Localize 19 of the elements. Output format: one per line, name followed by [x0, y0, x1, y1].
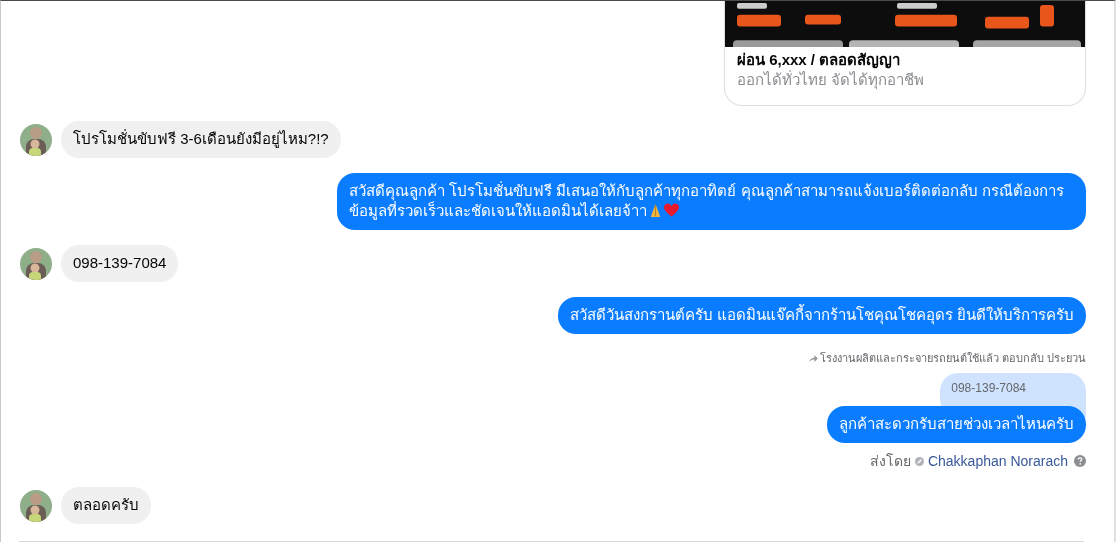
link-preview-card[interactable]: ผ่อน 6,xxx / ตลอดสัญญา ออกได้ทั่วไทย จัดได้ทุกอาชีพ	[724, 1, 1086, 106]
avatar[interactable]	[20, 489, 52, 522]
link-title: ผ่อน 6,xxx / ตลอดสัญญา	[737, 50, 902, 70]
status-icon	[914, 456, 924, 466]
heart-icon	[664, 203, 679, 218]
message-bubble: ลูกค้าสะดวกรับสายช่วงเวลาไหนครับ	[827, 406, 1086, 443]
reply-arrow-icon	[808, 354, 818, 362]
sent-by-label: ส่งโดย	[869, 452, 911, 471]
message-bubble: 098-139-7084	[61, 245, 179, 282]
message-bubble: ตลอดครับ	[61, 487, 151, 524]
message-bubble: โปรโมชั่นขับฟรี 3-6เดือนยังมีอยู่ไหม?!?	[61, 121, 341, 158]
reply-label: โรงงานผลิตและกระจายรถยนต์ใช้แล้ว ตอบกลับ ประยวน	[819, 351, 1086, 366]
help-icon[interactable]	[1074, 455, 1086, 467]
message-bubble: สวัสดีวันสงกรานต์ครับ แอดมินแจ๊คกี้จากร้านโชคุณโชคอุดร ยินดีให้บริการครับ	[557, 297, 1086, 334]
sender-link[interactable]: Chakkaphan Norarach	[927, 453, 1068, 469]
avatar[interactable]	[20, 123, 52, 156]
link-description: ออกได้ทั่วไทย จัดได้ทุกอาชีพ	[737, 70, 926, 90]
message-bubble: สวัสดีคุณลูกค้า โปรโมชั่นขับฟรี มีเสนอให้กับลูกค้าทุกอาทิตย์ คุณลูกค้าสามารถแจ้งเบอร์ติดต่อกลับ กรณีต้องการข้อมูลที่รวดเร็วและชัดเจนให้แอดมินได้เลยจ้าา	[337, 173, 1086, 230]
avatar[interactable]	[20, 247, 52, 280]
